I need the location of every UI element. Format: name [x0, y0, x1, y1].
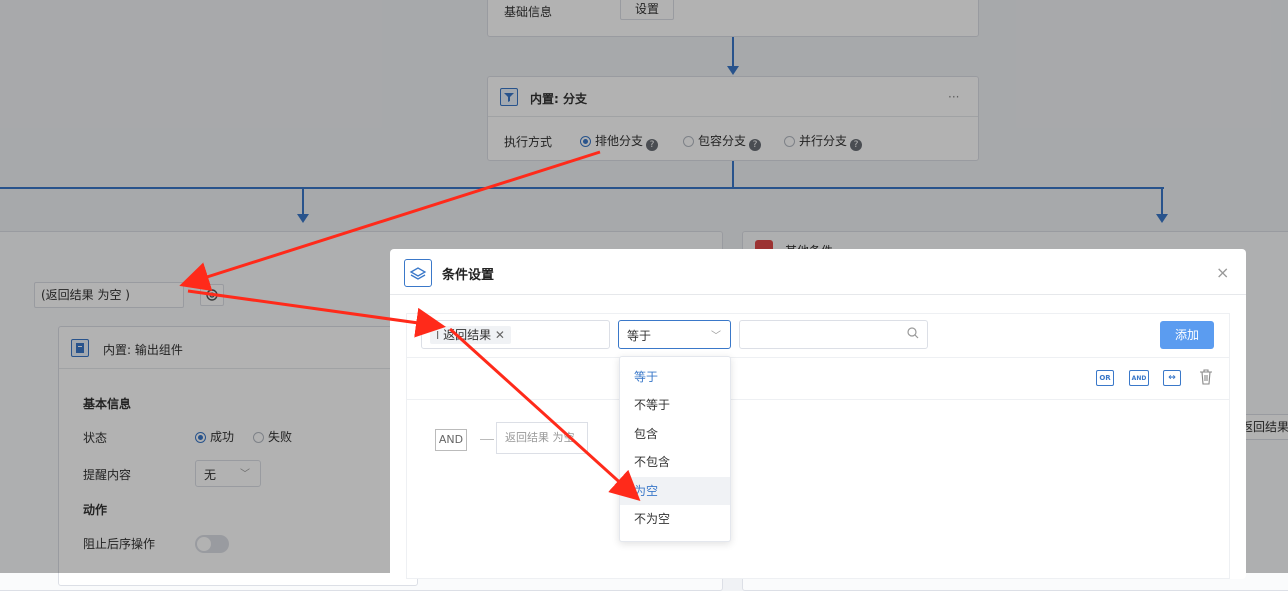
annotation-arrows: [179, 150, 641, 502]
annotation-arrow: [187, 289, 446, 338]
annotation-arrow: [179, 150, 601, 292]
annotation-arrow: [448, 327, 641, 502]
